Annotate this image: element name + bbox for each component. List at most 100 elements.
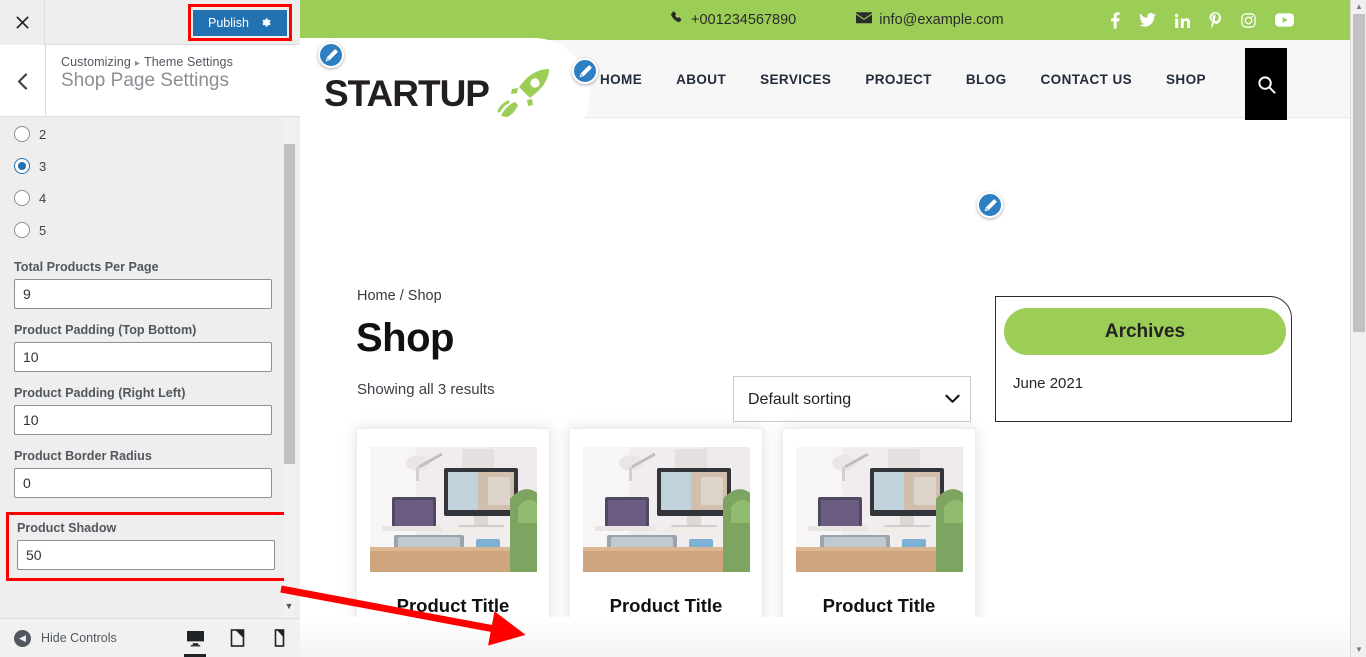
- instagram-icon[interactable]: [1241, 12, 1256, 28]
- edit-pencil-icon-nav[interactable]: [572, 58, 598, 84]
- edit-pencil-icon-archives[interactable]: [977, 192, 1003, 218]
- columns-radio-label: 5: [39, 222, 47, 238]
- radio-indicator[interactable]: [14, 222, 30, 238]
- archives-widget-title: Archives: [1004, 308, 1286, 355]
- logo-text: STARTUP: [324, 73, 490, 114]
- archives-widget: Archives June 2021: [995, 296, 1292, 422]
- search-icon[interactable]: [1245, 48, 1287, 120]
- columns-radio-label: 3: [39, 158, 47, 174]
- nav-item-blog[interactable]: BLOG: [966, 72, 1007, 87]
- scrollbar-down-arrow-icon[interactable]: ▼: [1351, 643, 1366, 657]
- browser-scrollbar-thumb[interactable]: [1353, 14, 1365, 332]
- field-group-product-padding-top-bottom: Product Padding (Top Bottom): [14, 323, 272, 372]
- field-group-product-shadow: Product Shadow: [6, 512, 288, 581]
- field-input-product-border-radius[interactable]: [14, 468, 272, 498]
- twitter-icon[interactable]: [1139, 13, 1156, 27]
- back-button[interactable]: [0, 45, 46, 117]
- browser-scrollbar[interactable]: ▲ ▼: [1350, 0, 1366, 657]
- hide-controls-button[interactable]: ◀ Hide Controls: [14, 629, 117, 647]
- nav-item-about[interactable]: ABOUT: [676, 72, 726, 87]
- device-preview-buttons: [174, 619, 300, 657]
- columns-radio-label: 4: [39, 190, 47, 206]
- breadcrumb-parent[interactable]: Theme Settings: [144, 55, 233, 69]
- edit-pencil-icon-logo[interactable]: [318, 42, 344, 68]
- page-bottom-fade: [300, 617, 1366, 657]
- social-links: [1111, 0, 1294, 40]
- site-navbar: STARTUP HOME ABOUT SERVICES PROJECT BLOG CONT…: [300, 38, 1366, 150]
- scrollbar-up-arrow-icon[interactable]: ▲: [1351, 0, 1366, 14]
- pinterest-icon[interactable]: [1209, 11, 1222, 29]
- product-image[interactable]: [369, 447, 537, 572]
- breadcrumb: Customizing ▸ Theme Settings: [61, 55, 233, 69]
- nav-item-contact-us[interactable]: CONTACT US: [1041, 72, 1133, 87]
- nav-item-shop[interactable]: SHOP: [1166, 72, 1206, 87]
- customizer-controls: 2 3 4 5 Total Products Per Page Product Padd…: [0, 118, 300, 618]
- radio-indicator[interactable]: [14, 190, 30, 206]
- shop-breadcrumb: Home / Shop: [357, 288, 442, 304]
- topbar-phone-text: +001234567890: [691, 12, 797, 28]
- field-input-total-products-per-page[interactable]: [14, 279, 272, 309]
- theme-preview-frame: +001234567890 info@example.com STARTUP H…: [300, 0, 1366, 657]
- field-label-total-products-per-page: Total Products Per Page: [14, 260, 159, 274]
- main-nav: HOME ABOUT SERVICES PROJECT BLOG CONTACT US SH…: [600, 40, 1206, 118]
- linkedin-icon[interactable]: [1175, 13, 1190, 28]
- envelope-icon: [856, 12, 873, 28]
- field-group-product-padding-right-left: Product Padding (Right Left): [14, 386, 272, 435]
- publish-button[interactable]: Publish: [193, 10, 287, 36]
- field-label-product-padding-top-bottom: Product Padding (Top Bottom): [14, 323, 197, 337]
- breadcrumb-current: Shop: [407, 288, 442, 304]
- columns-radio-5[interactable]: 5: [14, 214, 272, 246]
- topbar-email-text: info@example.com: [879, 12, 1004, 28]
- youtube-icon[interactable]: [1275, 13, 1294, 27]
- breadcrumb-root[interactable]: Customizing: [61, 55, 131, 69]
- sorting-select[interactable]: Default sortingSort by popularitySort by…: [733, 376, 971, 422]
- topbar-contact-info: +001234567890 info@example.com: [670, 0, 1004, 40]
- field-label-product-border-radius: Product Border Radius: [14, 449, 152, 463]
- nav-item-project[interactable]: PROJECT: [865, 72, 932, 87]
- radio-indicator[interactable]: [14, 158, 30, 174]
- gear-icon[interactable]: [259, 16, 272, 31]
- device-mobile-button[interactable]: [258, 619, 300, 657]
- topbar-email[interactable]: info@example.com: [856, 12, 1004, 28]
- topbar-phone[interactable]: +001234567890: [670, 11, 796, 29]
- phone-icon: [670, 11, 684, 29]
- facebook-icon[interactable]: [1111, 11, 1120, 29]
- field-input-product-shadow[interactable]: [17, 540, 275, 570]
- field-group-total-products-per-page: Total Products Per Page: [14, 260, 272, 309]
- customizer-footer: ◀ Hide Controls: [0, 618, 300, 657]
- nav-item-home[interactable]: HOME: [600, 72, 642, 87]
- shop-page-body: Home / Shop Shop Showing all 3 results D…: [300, 118, 1366, 657]
- breadcrumb-home-link[interactable]: Home: [357, 288, 396, 304]
- columns-radio-group: 2 3 4 5: [14, 118, 272, 246]
- scroll-down-arrow-icon[interactable]: ▼: [284, 601, 294, 611]
- hide-controls-label: Hide Controls: [41, 631, 117, 645]
- customizer-header: Customizing ▸ Theme Settings Shop Page Set…: [0, 45, 300, 117]
- field-input-product-padding-top-bottom[interactable]: [14, 342, 272, 372]
- archives-list: June 2021: [1013, 375, 1083, 393]
- breadcrumb-separator-icon: ▸: [134, 58, 140, 69]
- nav-item-services[interactable]: SERVICES: [760, 72, 831, 87]
- field-label-product-padding-right-left: Product Padding (Right Left): [14, 386, 186, 400]
- rocket-icon: [497, 67, 553, 122]
- customizer-sidebar: Publish Customizing ▸ Theme Settings Sho…: [0, 0, 300, 657]
- product-image[interactable]: [582, 447, 750, 572]
- sidebar-scrollbar-thumb[interactable]: [284, 144, 295, 464]
- close-icon[interactable]: [0, 0, 45, 45]
- columns-radio-4[interactable]: 4: [14, 182, 272, 214]
- columns-radio-2[interactable]: 2: [14, 118, 272, 150]
- site-topbar: +001234567890 info@example.com: [300, 0, 1366, 40]
- field-label-product-shadow: Product Shadow: [17, 521, 117, 535]
- page-title: Shop Page Settings: [61, 70, 229, 91]
- device-desktop-button[interactable]: [174, 619, 216, 657]
- archives-item[interactable]: June 2021: [1013, 375, 1083, 392]
- product-image[interactable]: [795, 447, 963, 572]
- sidebar-scrollbar[interactable]: [284, 118, 295, 618]
- columns-radio-3[interactable]: 3: [14, 150, 272, 182]
- field-input-product-padding-right-left[interactable]: [14, 405, 272, 435]
- device-tablet-button[interactable]: [216, 619, 258, 657]
- publish-button-label: Publish: [208, 16, 249, 30]
- columns-radio-label: 2: [39, 126, 47, 142]
- customizer-topbar: Publish: [0, 0, 300, 45]
- radio-indicator[interactable]: [14, 126, 30, 142]
- shop-page-title: Shop: [356, 316, 454, 360]
